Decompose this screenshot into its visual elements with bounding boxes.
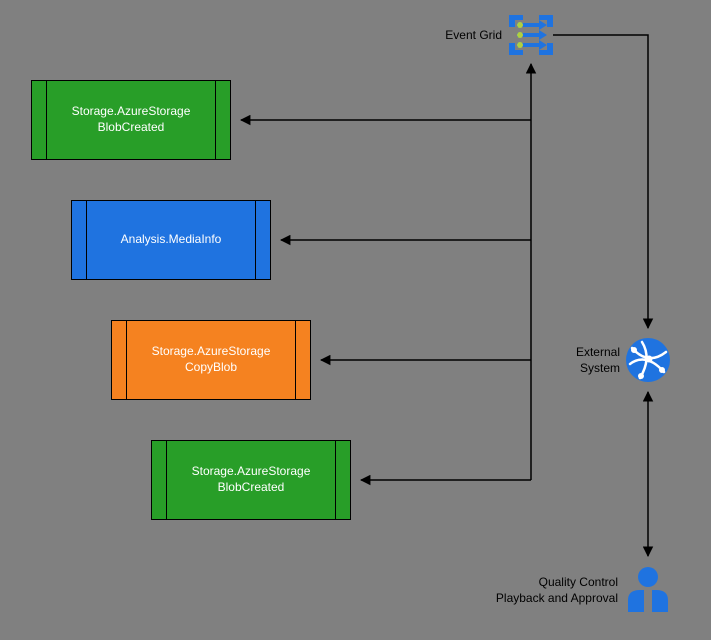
connector-lines xyxy=(0,0,711,640)
